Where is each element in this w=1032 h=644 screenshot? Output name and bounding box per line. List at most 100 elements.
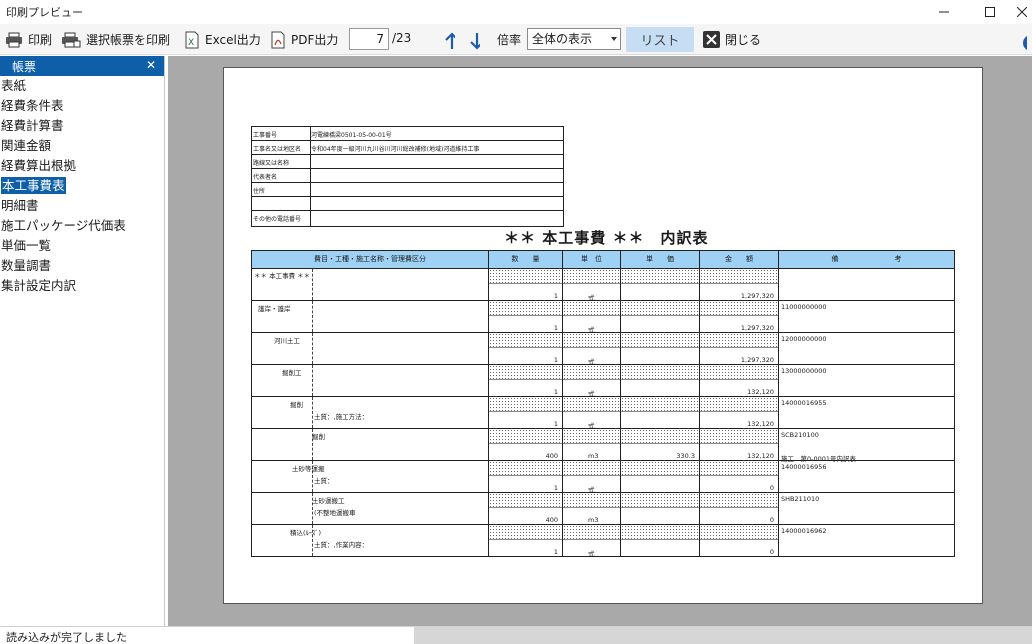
row-quantity: 1 (553, 548, 558, 556)
close-preview-button[interactable]: 閉じる (703, 28, 761, 51)
pdf-export-label: PDF出力 (291, 33, 339, 47)
close-window-button[interactable] (1012, 0, 1032, 24)
sidebar-item-package-price[interactable]: 施工パッケージ代価表 (0, 216, 164, 236)
table-cell-name (252, 525, 489, 556)
table-row: 掘削 400 m3 330.3 132,120 SCB210100 施工 第0-0001号内… (251, 429, 955, 463)
row-unit: 式 (588, 550, 595, 558)
close-x-icon (703, 31, 720, 48)
sidebar-item-expense-basis[interactable]: 経費算出根拠 (0, 156, 164, 176)
row-amount: 132,120 (747, 420, 774, 428)
sidebar-item-main-construction-cost[interactable]: 本工事費表 (0, 176, 164, 196)
sidebar-item-aggregation-settings[interactable]: 集計設定内訳 (0, 276, 164, 296)
sidebar-item-expense-calculation[interactable]: 経費計算書 (0, 116, 164, 136)
dot-pattern (489, 461, 562, 476)
row-subtext: 土質：,施工方法： (314, 413, 369, 421)
sidebar-item-label: 単価一覧 (1, 238, 52, 253)
row-name: 掘削 (290, 401, 303, 409)
sidebar-item-unit-price-list[interactable]: 単価一覧 (0, 236, 164, 256)
row-amount: 1,297,320 (740, 324, 774, 332)
help-button[interactable]: ? (1022, 31, 1032, 54)
header-unit: 単 位 (563, 251, 621, 268)
row-name: 土砂運搬工 (312, 497, 345, 505)
title-bar: 印刷プレビュー (0, 0, 1032, 24)
list-button[interactable]: リスト (626, 27, 694, 52)
table-cell-qty (489, 301, 563, 332)
zoom-select[interactable]: 全体の表示 (527, 28, 621, 50)
dot-pattern (700, 365, 778, 380)
table-cell-price (621, 493, 700, 524)
next-page-button[interactable] (469, 29, 485, 52)
info-label: 代表者名 (253, 174, 278, 181)
row-amount: 0 (769, 484, 774, 492)
info-label: その他の電話番号 (253, 216, 302, 223)
prev-page-button[interactable] (444, 29, 460, 52)
dot-pattern (489, 429, 562, 444)
name-divider (312, 397, 313, 428)
table-row: 護岸・護岸 1 式 1,297,320 11000000000 (251, 301, 955, 334)
dot-pattern (563, 301, 620, 316)
sidebar-item-related-amounts[interactable]: 関連金額 (0, 136, 164, 156)
zoom-label: 倍率 (497, 33, 522, 47)
sidebar-item-label: 経費算出根拠 (1, 158, 77, 173)
row-note: 13000000000 (781, 367, 827, 375)
status-progress-area (414, 627, 1032, 644)
row-note: 14000016962 (781, 527, 827, 535)
row-name: 河川土工 (274, 337, 300, 345)
name-divider (312, 365, 313, 396)
document-title: ＊＊ 本工事費 ＊＊ 内訳表 (504, 229, 709, 247)
table-row: 掘削工 1 式 132,120 13000000000 (251, 365, 955, 398)
header-name: 費目・工種・施工名称・管理費区分 (252, 251, 489, 268)
dot-pattern (700, 269, 778, 284)
minimize-button[interactable] (922, 0, 966, 24)
excel-icon: X (185, 31, 199, 48)
preview-area[interactable]: 工事番号 河電練橋梁0501-05-00-01号 工事名又は地区名 令和04年度一級… (168, 56, 1032, 626)
row-note: SCB210100 (781, 431, 819, 439)
print-selected-label: 選択帳票を印刷 (86, 33, 171, 47)
excel-export-button[interactable]: X Excel出力 (184, 28, 261, 51)
row-amount: 132,120 (747, 452, 774, 460)
zoom-value: 全体の表示 (532, 32, 593, 46)
sidebar-item-detail-sheet[interactable]: 明細書 (0, 196, 164, 216)
row-unit: m3 (588, 452, 599, 460)
dot-pattern (621, 525, 699, 540)
table-row: 河川土工 1 式 1,297,320 12000000000 (251, 333, 955, 366)
status-bar: 読み込みが完了しました (0, 626, 1032, 644)
row-quantity: 1 (553, 324, 558, 332)
table-cell-qty (489, 525, 563, 556)
sidebar-close-icon[interactable]: ✕ (146, 58, 156, 72)
table-cell-qty (489, 365, 563, 396)
row-amount: 0 (769, 548, 774, 556)
sidebar-item-label: 集計設定内訳 (1, 278, 77, 293)
table-row: 土砂等運搬 土質： 1 式 0 14000016956 (251, 461, 955, 494)
maximize-button[interactable] (968, 0, 1012, 24)
dot-pattern (489, 397, 562, 412)
close-preview-label: 閉じる (725, 33, 762, 47)
pdf-export-button[interactable]: PDF出力 (270, 28, 338, 51)
dot-pattern (700, 461, 778, 476)
table-cell-price (621, 301, 700, 332)
row-note: 14000016956 (781, 463, 827, 471)
sidebar-item-expense-conditions[interactable]: 経費条件表 (0, 96, 164, 116)
table-cell-price (621, 269, 700, 300)
table-cell-name (252, 461, 489, 492)
info-value: 河電練橋梁0501-05-00-01号 (311, 132, 392, 139)
dot-pattern (489, 333, 562, 348)
name-divider (312, 301, 313, 332)
page-number-input[interactable]: 7 (349, 28, 389, 50)
sidebar-item-quantity-survey[interactable]: 数量調書 (0, 256, 164, 276)
maximize-icon (985, 7, 995, 17)
table-cell-price (621, 525, 700, 556)
row-note: 12000000000 (781, 335, 827, 343)
sidebar-item-label: 表紙 (1, 78, 27, 93)
sidebar-item-cover[interactable]: 表紙 (0, 76, 164, 96)
dot-pattern (489, 525, 562, 540)
row-subtext: 土質：,作業内容： (314, 541, 369, 549)
table-cell-price (621, 365, 700, 396)
print-button[interactable]: 印刷 (5, 28, 52, 51)
dot-pattern (700, 397, 778, 412)
row-quantity: 1 (553, 356, 558, 364)
row-note: SHB211010 (781, 495, 820, 503)
dot-pattern (621, 301, 699, 316)
print-selected-button[interactable]: 選択帳票を印刷 (61, 28, 170, 51)
excel-export-label: Excel出力 (205, 33, 261, 47)
